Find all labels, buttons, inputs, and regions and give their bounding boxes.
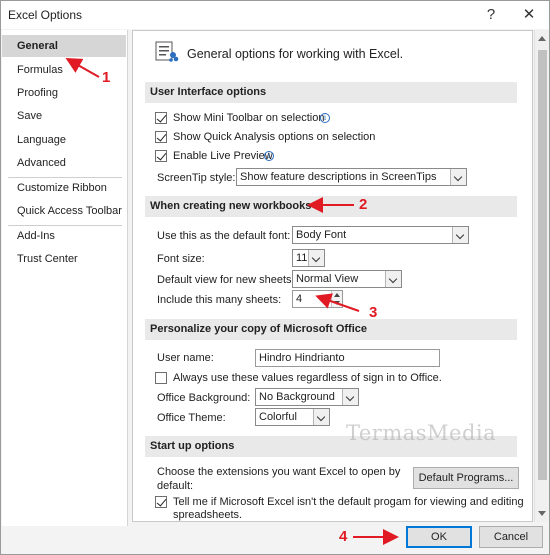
mini-toolbar-label: Show Mini Toolbar on selection [173,112,325,124]
office-background-dropdown[interactable]: No Background [255,388,359,406]
extensions-text-line2: default: [157,480,194,492]
tell-me-default-checkbox[interactable] [155,496,167,508]
chevron-down-icon [450,169,466,185]
chevron-down-icon [342,389,358,405]
office-theme-label: Office Theme: [157,412,226,424]
default-font-label: Use this as the default font: [157,230,291,242]
scrollbar-thumb[interactable] [538,50,547,480]
info-icon: i [264,151,274,161]
live-preview-checkbox[interactable] [155,150,167,162]
always-use-values-checkbox[interactable] [155,372,167,384]
sidebar-item-advanced[interactable]: Advanced [2,152,126,174]
quick-analysis-label: Show Quick Analysis options on selection [173,131,376,143]
sheet-count-label: Include this many sheets: [157,294,282,306]
sidebar-item-save[interactable]: Save [2,105,126,127]
default-view-value: Normal View [296,273,359,285]
options-page-icon [155,41,179,62]
sidebar-item-trust-center[interactable]: Trust Center [2,248,126,270]
always-use-values-label: Always use these values regardless of si… [173,372,442,384]
sheet-count-value: 4 [296,293,303,305]
screentip-style-dropdown[interactable]: Show feature descriptions in ScreenTips [236,168,467,186]
section-personalize: Personalize your copy of Microsoft Offic… [145,319,517,340]
help-button[interactable]: ? [480,5,502,25]
chevron-down-icon [452,227,468,243]
section-new-workbooks: When creating new workbooks [145,196,517,217]
options-sidebar: General Formulas Proofing Save Language … [2,30,128,526]
watermark: TermasMedia [346,421,497,445]
sidebar-item-add-ins[interactable]: Add-Ins [2,225,126,247]
annotation-number-2: 2 [359,196,368,213]
extensions-text-line1: Choose the extensions you want Excel to … [157,466,401,478]
default-view-dropdown[interactable]: Normal View [292,270,402,288]
info-icon: i [320,113,330,123]
tell-me-default-line1: Tell me if Microsoft Excel isn't the def… [173,496,524,508]
annotation-number-4: 4 [339,528,348,545]
sidebar-item-general[interactable]: General [2,35,126,57]
excel-options-dialog: Excel Options ? ✕ General Formulas Proof… [0,0,550,555]
office-theme-value: Colorful [259,411,297,423]
cancel-button[interactable]: Cancel [479,526,543,548]
user-name-label: User name: [157,352,214,364]
scroll-down-icon[interactable] [538,511,546,516]
font-size-value: 11 [296,252,308,264]
scroll-up-icon[interactable] [538,36,546,41]
default-font-value: Body Font [296,229,347,241]
spin-buttons[interactable] [331,291,342,307]
default-view-label: Default view for new sheets: [157,274,295,286]
font-size-dropdown[interactable]: 11 [292,249,325,267]
sidebar-item-quick-access-toolbar[interactable]: Quick Access Toolbar [2,200,126,222]
panel-header: General options for working with Excel. [187,47,404,61]
mini-toolbar-checkbox[interactable] [155,112,167,124]
spin-down-icon[interactable] [334,301,340,305]
screentip-style-value: Show feature descriptions in ScreenTips [240,171,437,183]
tell-me-default-line2: spreadsheets. [173,509,243,521]
default-font-dropdown[interactable]: Body Font [292,226,469,244]
sidebar-item-language[interactable]: Language [2,129,126,151]
chevron-down-icon [308,250,324,266]
general-options-panel: General options for working with Excel. … [132,30,533,522]
user-name-field[interactable]: Hindro Hindrianto [255,349,440,367]
default-programs-button[interactable]: Default Programs... [413,467,519,489]
chevron-down-icon [313,409,329,425]
office-background-value: No Background [259,391,335,403]
annotation-number-3: 3 [369,304,378,321]
spin-up-icon[interactable] [334,293,340,297]
sidebar-item-customize-ribbon[interactable]: Customize Ribbon [2,177,126,199]
vertical-scrollbar[interactable] [534,30,549,522]
window-title: Excel Options [8,8,83,22]
office-theme-dropdown[interactable]: Colorful [255,408,330,426]
user-name-value: Hindro Hindrianto [259,352,345,364]
chevron-down-icon [385,271,401,287]
live-preview-label: Enable Live Preview [173,150,273,162]
close-button[interactable]: ✕ [518,5,540,25]
office-background-label: Office Background: [157,392,251,404]
ok-button[interactable]: OK [406,526,472,548]
section-user-interface: User Interface options [145,82,517,103]
sheet-count-stepper[interactable]: 4 [292,290,343,308]
screentip-style-label: ScreenTip style: [157,172,236,184]
annotation-number-1: 1 [102,69,111,86]
quick-analysis-checkbox[interactable] [155,131,167,143]
title-bar: Excel Options ? ✕ [1,1,549,29]
font-size-label: Font size: [157,253,205,265]
